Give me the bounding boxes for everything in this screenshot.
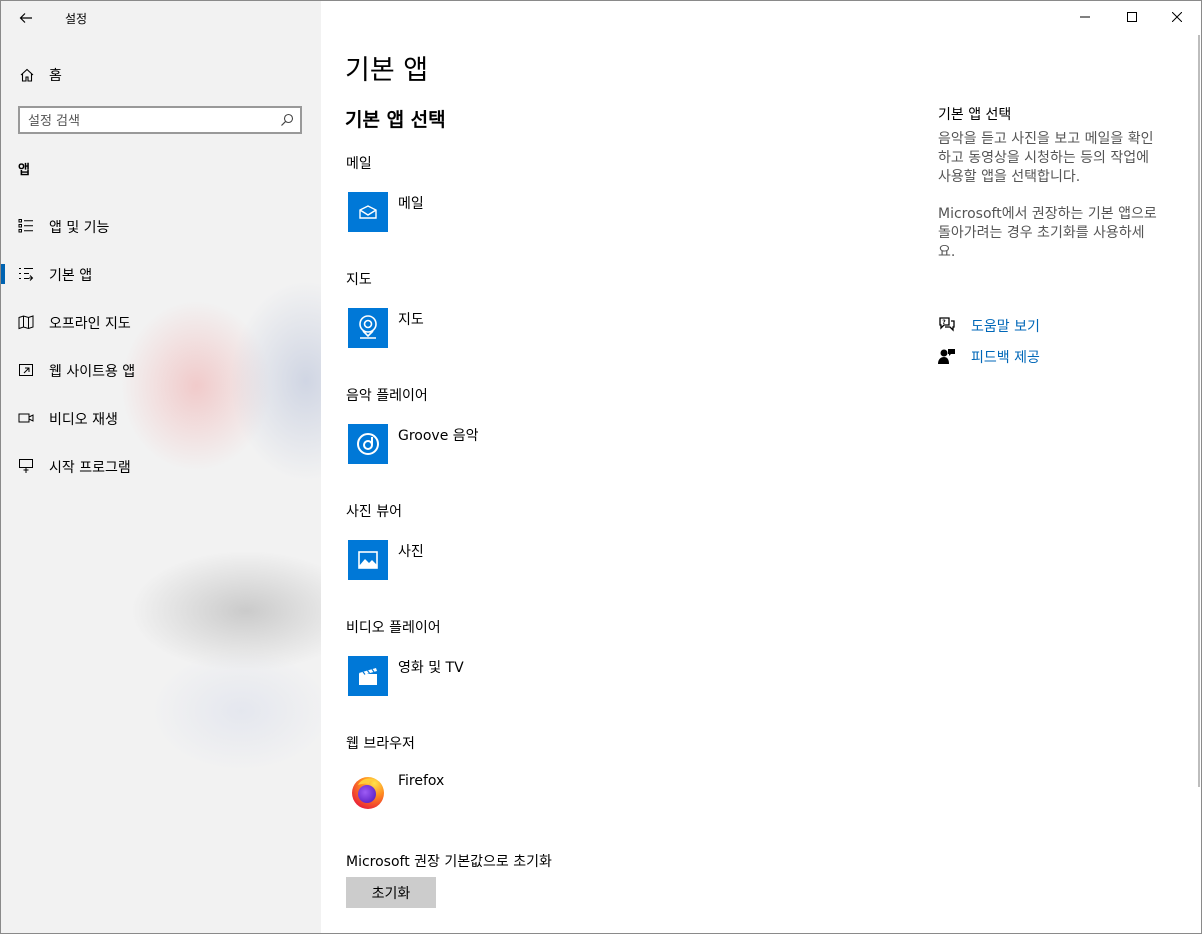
home-nav-item[interactable]: 홈 <box>19 63 62 87</box>
category-label-photo-viewer: 사진 뷰어 <box>346 504 402 520</box>
settings-window: 설정 홈 앱 앱 및 기능 <box>0 0 1202 934</box>
default-app-picker-mail[interactable]: 메일 <box>346 192 646 234</box>
close-button[interactable] <box>1154 1 1200 33</box>
maximize-button[interactable] <box>1109 1 1155 33</box>
reset-button[interactable]: 초기화 <box>346 877 436 908</box>
startup-icon <box>19 459 33 473</box>
sidebar-item-label: 기본 앱 <box>49 268 93 284</box>
app-name: Firefox <box>398 773 445 789</box>
navigation-pane: 설정 홈 앱 앱 및 기능 <box>1 1 321 933</box>
sidebar-item-startup[interactable]: 시작 프로그램 <box>1 448 321 484</box>
sidebar-item-label: 시작 프로그램 <box>49 460 131 476</box>
search-icon[interactable] <box>280 113 294 127</box>
movies-tv-icon <box>359 668 377 685</box>
category-label-maps: 지도 <box>346 272 372 288</box>
app-name: Groove 음악 <box>398 428 479 444</box>
sidebar-item-label: 웹 사이트용 앱 <box>49 364 136 380</box>
default-app-picker-browser[interactable]: Firefox <box>346 772 646 814</box>
svg-text:?: ? <box>942 319 946 326</box>
sidebar-item-default-apps[interactable]: 기본 앱 <box>1 256 321 292</box>
scrollbar[interactable] <box>1198 35 1200 787</box>
description-line: 하고 동영상을 시청하는 등의 작업에 <box>938 150 1149 166</box>
help-link[interactable]: ? 도움말 보기 <box>938 315 1040 335</box>
description-line: 음악을 듣고 사진을 보고 메일을 확인 <box>938 131 1154 147</box>
video-playback-icon <box>18 413 34 423</box>
apps-features-icon <box>18 219 33 233</box>
feedback-link[interactable]: 피드백 제공 <box>938 346 1040 366</box>
back-button[interactable] <box>11 5 41 31</box>
mail-app-tile <box>348 192 388 232</box>
sidebar-item-label: 앱 및 기능 <box>49 220 110 236</box>
category-label-mail: 메일 <box>346 156 372 172</box>
app-name: 영화 및 TV <box>398 660 464 676</box>
sidebar-item-label: 비디오 재생 <box>49 412 118 428</box>
default-apps-icon <box>19 267 34 281</box>
category-label-video-player: 비디오 플레이어 <box>346 620 441 636</box>
sidebar-item-apps-features[interactable]: 앱 및 기능 <box>1 208 321 244</box>
maps-icon <box>359 315 377 339</box>
app-name: 사진 <box>398 544 424 560</box>
default-app-picker-photos[interactable]: 사진 <box>346 540 646 582</box>
firefox-app-tile <box>348 772 388 812</box>
app-name: 지도 <box>398 312 424 328</box>
minimize-icon <box>1080 16 1090 18</box>
default-app-picker-music[interactable]: Groove 음악 <box>346 424 646 466</box>
description-line: 요. <box>938 244 956 260</box>
feedback-icon <box>938 349 955 364</box>
section-heading: 앱 <box>18 163 30 178</box>
sidebar-item-label: 오프라인 지도 <box>49 316 131 332</box>
acrylic-blur <box>131 551 321 671</box>
default-app-picker-maps[interactable]: 지도 <box>346 308 646 350</box>
offline-maps-icon <box>18 315 34 330</box>
feedback-link-text[interactable]: 피드백 제공 <box>971 347 1040 367</box>
related-description: 음악을 듣고 사진을 보고 메일을 확인 하고 동영상을 시청하는 등의 작업에… <box>938 130 1178 187</box>
default-app-picker-video[interactable]: 영화 및 TV <box>346 656 646 698</box>
photos-app-tile <box>348 540 388 580</box>
mail-icon <box>359 205 377 219</box>
app-title: 설정 <box>65 12 88 26</box>
groove-music-icon <box>357 433 379 455</box>
category-label-web-browser: 웹 브라우저 <box>346 736 415 752</box>
back-arrow-icon <box>19 13 32 23</box>
apps-for-websites-icon <box>19 364 33 376</box>
app-name: 메일 <box>398 196 424 212</box>
home-label: 홈 <box>49 68 62 84</box>
help-icon: ? <box>939 317 955 332</box>
help-link-text[interactable]: 도움말 보기 <box>971 316 1040 336</box>
reset-description: Microsoft 권장 기본값으로 초기화 <box>346 854 552 870</box>
description-line: 돌아가려는 경우 초기화를 사용하세 <box>938 225 1145 241</box>
category-label-music-player: 음악 플레이어 <box>346 388 428 404</box>
related-title: 기본 앱 선택 <box>938 107 1012 123</box>
minimize-button[interactable] <box>1062 1 1108 33</box>
firefox-icon <box>352 777 384 809</box>
sidebar-item-video-playback[interactable]: 비디오 재생 <box>1 400 321 436</box>
photos-icon <box>358 551 378 569</box>
home-icon <box>20 68 34 82</box>
maps-app-tile <box>348 308 388 348</box>
maximize-icon <box>1127 12 1137 22</box>
reset-hint: Microsoft에서 권장하는 기본 앱으로 돌아가려는 경우 초기화를 사용… <box>938 205 1178 262</box>
search-input[interactable] <box>28 111 268 131</box>
sidebar-item-offline-maps[interactable]: 오프라인 지도 <box>1 304 321 340</box>
movies-tv-app-tile <box>348 656 388 696</box>
section-subtitle: 기본 앱 선택 <box>345 109 446 131</box>
close-icon <box>1172 12 1182 22</box>
acrylic-blur <box>151 651 321 771</box>
settings-search-box[interactable] <box>18 106 302 134</box>
sidebar-item-apps-for-websites[interactable]: 웹 사이트용 앱 <box>1 352 321 388</box>
groove-app-tile <box>348 424 388 464</box>
page-title: 기본 앱 <box>345 55 429 86</box>
description-line: 사용할 앱을 선택합니다. <box>938 169 1081 185</box>
description-line: Microsoft에서 권장하는 기본 앱으로 <box>938 206 1157 222</box>
selection-indicator <box>1 264 5 284</box>
